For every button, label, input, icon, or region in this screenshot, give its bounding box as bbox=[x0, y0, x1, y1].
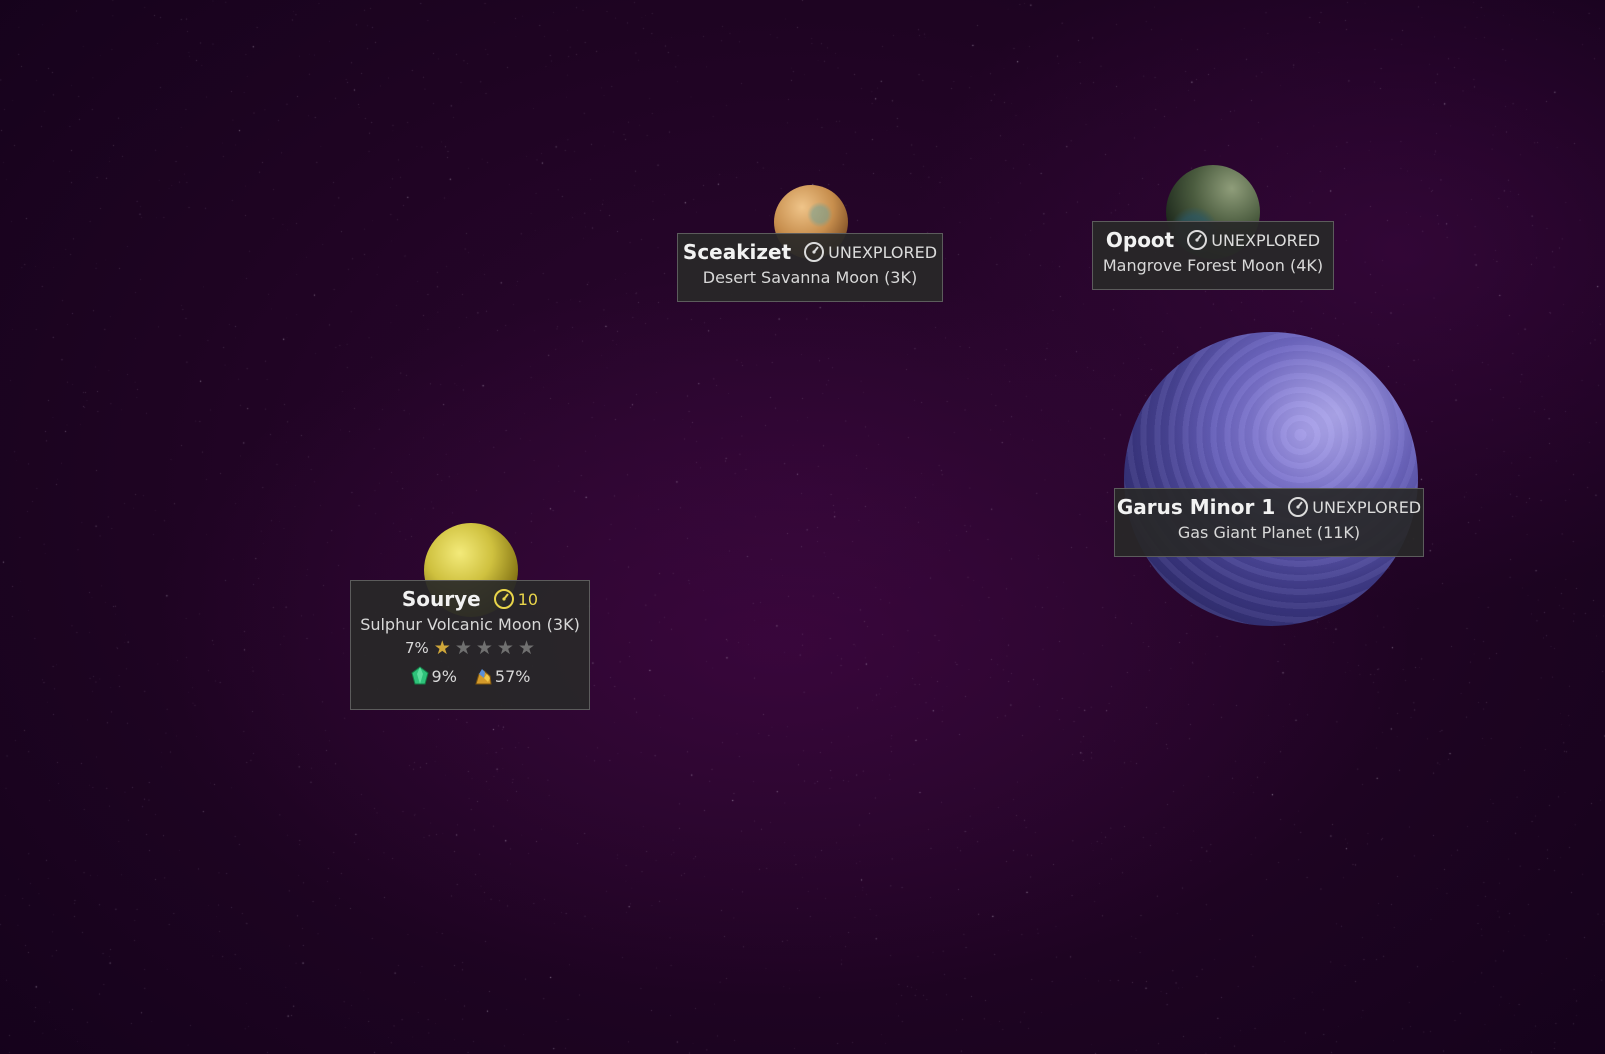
exploration-status: UNEXPLORED bbox=[803, 241, 937, 263]
planet-type: Gas Giant Planet (11K) bbox=[1177, 523, 1361, 542]
gold-ore-icon bbox=[475, 669, 492, 685]
exploration-status: 10 bbox=[493, 588, 538, 610]
star-icon: ★ bbox=[475, 637, 493, 659]
exploration-status: UNEXPLORED bbox=[1287, 496, 1421, 518]
gauge-icon bbox=[1288, 497, 1309, 517]
gauge-icon bbox=[1187, 230, 1208, 250]
planet-name: Opoot bbox=[1105, 228, 1175, 252]
exploration-value: UNEXPLORED bbox=[1312, 497, 1422, 517]
star-icon: ★ bbox=[496, 637, 514, 659]
planet-type: Sulphur Volcanic Moon (3K) bbox=[360, 615, 580, 634]
exploration-status: UNEXPLORED bbox=[1186, 229, 1320, 251]
habitability-rating: 7% ★ ★ ★ ★ ★ bbox=[351, 637, 589, 659]
planet-label-sourye[interactable]: Sourye 10 Sulphur Volcanic Moon (3K) 7% … bbox=[350, 580, 590, 710]
resource-item: 9% bbox=[410, 666, 457, 686]
planet-label-opoot[interactable]: Opoot UNEXPLORED Mangrove Forest Moon (4… bbox=[1092, 221, 1334, 290]
resource-item: 57% bbox=[473, 666, 531, 686]
star-icon: ★ bbox=[433, 637, 451, 659]
exploration-value: UNEXPLORED bbox=[1211, 230, 1321, 250]
planet-type: Mangrove Forest Moon (4K) bbox=[1102, 256, 1324, 275]
rating-stars: ★ ★ ★ ★ ★ bbox=[434, 638, 535, 658]
resource-value: 57% bbox=[494, 666, 531, 686]
green-crystal-icon bbox=[410, 666, 429, 685]
gauge-icon bbox=[493, 589, 514, 609]
planet-type: Desert Savanna Moon (3K) bbox=[702, 268, 918, 287]
planet-name: Sourye bbox=[401, 587, 481, 611]
planet-label-garus-minor-1[interactable]: Garus Minor 1 UNEXPLORED Gas Giant Plane… bbox=[1114, 488, 1424, 557]
exploration-value: 10 bbox=[517, 589, 539, 609]
planet-label-sceakizet[interactable]: Sceakizet UNEXPLORED Desert Savanna Moon… bbox=[677, 233, 943, 302]
star-icon: ★ bbox=[517, 637, 536, 659]
planet-name: Sceakizet bbox=[682, 240, 792, 264]
planet-name: Garus Minor 1 bbox=[1116, 495, 1276, 519]
star-icon: ★ bbox=[454, 637, 472, 659]
resource-list: 9% 57% bbox=[351, 659, 589, 693]
rating-percent: 7% bbox=[404, 639, 429, 657]
resource-value: 9% bbox=[431, 666, 457, 686]
exploration-value: UNEXPLORED bbox=[828, 242, 938, 262]
gauge-icon bbox=[804, 242, 825, 262]
planet-garus-minor-1[interactable] bbox=[1124, 332, 1418, 626]
